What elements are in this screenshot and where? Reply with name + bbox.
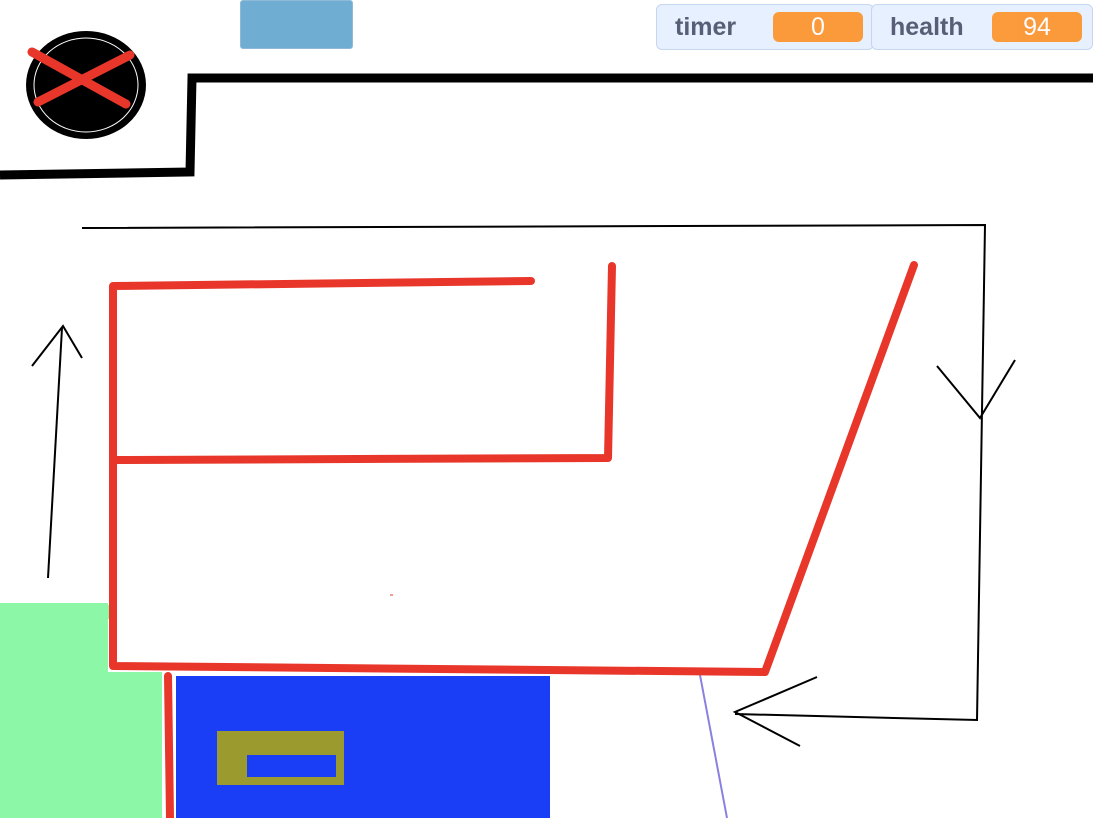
health-value: 94 — [992, 12, 1082, 42]
timer-monitor: timer 0 — [656, 4, 874, 50]
game-stage — [0, 31, 1093, 818]
guide-path — [81, 223, 987, 722]
safe-zone-lower — [100, 672, 162, 818]
purple-line — [699, 674, 728, 818]
health-monitor: health 94 — [871, 4, 1093, 50]
guide-arrow-left — [732, 676, 818, 747]
top-button[interactable] — [240, 0, 353, 49]
guide-arrow-down — [936, 359, 1016, 420]
close-x-icon[interactable] — [26, 31, 146, 139]
health-label: health — [890, 12, 964, 41]
olive-inner-bar — [247, 755, 336, 777]
timer-label: timer — [675, 12, 737, 41]
guide-arrow-up-head — [31, 324, 83, 367]
guide-arrow-up-shaft — [47, 327, 63, 579]
safe-zone — [0, 603, 108, 818]
track-wall-black — [0, 73, 1093, 180]
timer-value: 0 — [773, 12, 863, 42]
